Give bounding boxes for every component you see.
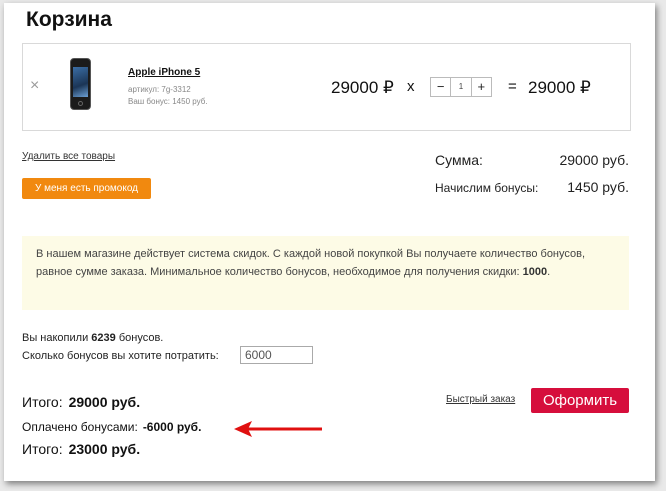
bonus-accrual-label: Начислим бонусы: [435, 181, 539, 195]
page: Корзина × Apple iPhone 5 артикул: 7g-331… [0, 0, 666, 491]
quick-order-link[interactable]: Быстрый заказ [446, 394, 515, 405]
product-bonus: Ваш бонус: 1450 руб. [128, 97, 208, 106]
paid-label: Оплачено бонусами: [22, 420, 138, 434]
quantity-stepper[interactable]: − 1 + [430, 77, 492, 97]
remove-item-icon[interactable]: × [30, 77, 39, 95]
red-arrow-icon [234, 421, 322, 437]
notice-text: В нашем магазине действует система скидо… [36, 248, 586, 278]
sum-label: Сумма: [435, 152, 483, 168]
product-image[interactable] [70, 58, 91, 110]
total-value: 29000 руб. [68, 394, 141, 410]
final-total-line: Итого: 23000 руб. [22, 441, 140, 457]
final-total-label: Итого: [22, 441, 63, 457]
accumulated-value: 6239 [91, 332, 116, 344]
unit-price: 29000 ₽ [331, 78, 394, 97]
quantity-decrease-button[interactable]: − [431, 78, 450, 96]
spend-bonuses-label: Сколько бонусов вы хотите потратить: [22, 350, 219, 362]
final-total-value: 23000 руб. [68, 441, 141, 457]
quantity-increase-button[interactable]: + [472, 78, 491, 96]
equals-sign: = [508, 78, 517, 95]
spend-bonuses-input[interactable] [240, 346, 313, 364]
accumulated-bonuses: Вы накопили 6239 бонусов. [22, 332, 163, 344]
notice-end: . [547, 266, 551, 278]
checkout-button[interactable]: Оформить [531, 388, 629, 413]
total-line: Итого: 29000 руб. [22, 394, 140, 410]
paid-bonuses-line: Оплачено бонусами: -6000 руб. [22, 420, 201, 434]
quantity-value[interactable]: 1 [450, 78, 472, 96]
accumulated-prefix: Вы накопили [22, 332, 89, 344]
total-label: Итого: [22, 394, 63, 410]
product-name-link[interactable]: Apple iPhone 5 [128, 67, 200, 78]
remove-all-link[interactable]: Удалить все товары [22, 151, 115, 162]
page-title: Корзина [26, 8, 112, 31]
product-article: артикул: 7g-3312 [128, 85, 191, 94]
sum-value: 29000 руб. [559, 152, 629, 168]
notice-min-bonus: 1000 [522, 266, 548, 278]
phone-home-button [78, 101, 83, 106]
paid-value: -6000 руб. [142, 420, 202, 434]
cart-panel: Корзина × Apple iPhone 5 артикул: 7g-331… [4, 3, 655, 481]
phone-screen [73, 67, 88, 97]
promo-code-button[interactable]: У меня есть промокод [22, 178, 151, 199]
cart-item-row: × Apple iPhone 5 артикул: 7g-3312 Ваш бо… [22, 43, 631, 131]
bonus-accrual-value: 1450 руб. [567, 179, 629, 195]
discount-notice: В нашем магазине действует система скидо… [22, 236, 629, 310]
line-total: 29000 ₽ [528, 78, 591, 97]
accumulated-suffix: бонусов. [118, 332, 164, 344]
multiply-sign: x [407, 78, 415, 95]
